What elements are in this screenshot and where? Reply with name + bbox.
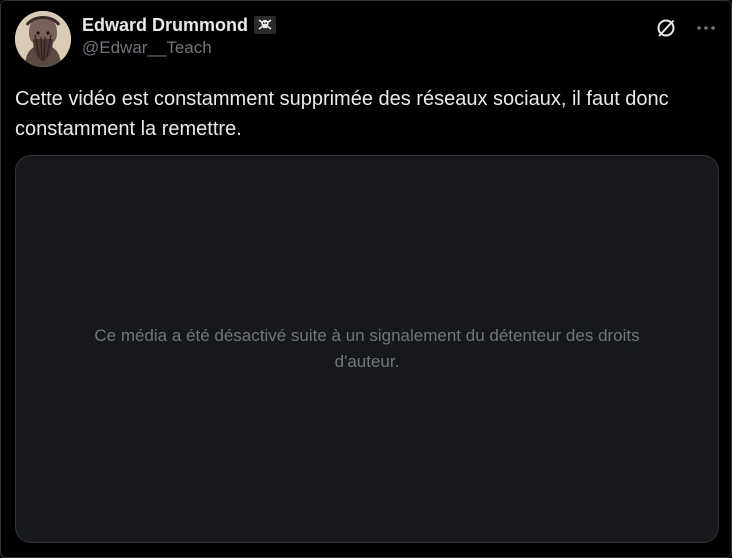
display-name-text: Edward Drummond (82, 15, 249, 35)
author-display-name[interactable]: Edward Drummond (82, 14, 277, 36)
more-dots-icon (697, 26, 715, 30)
author-handle[interactable]: @Edwar__Teach (82, 37, 276, 59)
tweet-header: Edward Drummond @Edwar__Teach (15, 11, 719, 67)
media-placeholder: Ce média a été désactivé suite à un sign… (15, 155, 719, 543)
tweet-text: Cette vidéo est constamment supprimée de… (15, 88, 669, 140)
tweet-card: Edward Drummond @Edwar__Teach Cette vidé… (0, 0, 732, 558)
media-disabled-message: Ce média a été désactivé suite à un sign… (94, 326, 640, 371)
grok-button[interactable] (653, 15, 679, 41)
skull-crossbones-icon (254, 16, 277, 34)
more-button[interactable] (693, 15, 719, 41)
author-names: Edward Drummond @Edwar__Teach (82, 14, 277, 59)
pirate-portrait-icon (15, 11, 71, 67)
header-actions (653, 15, 719, 41)
avatar[interactable] (15, 11, 71, 67)
slashed-circle-icon (657, 19, 675, 37)
